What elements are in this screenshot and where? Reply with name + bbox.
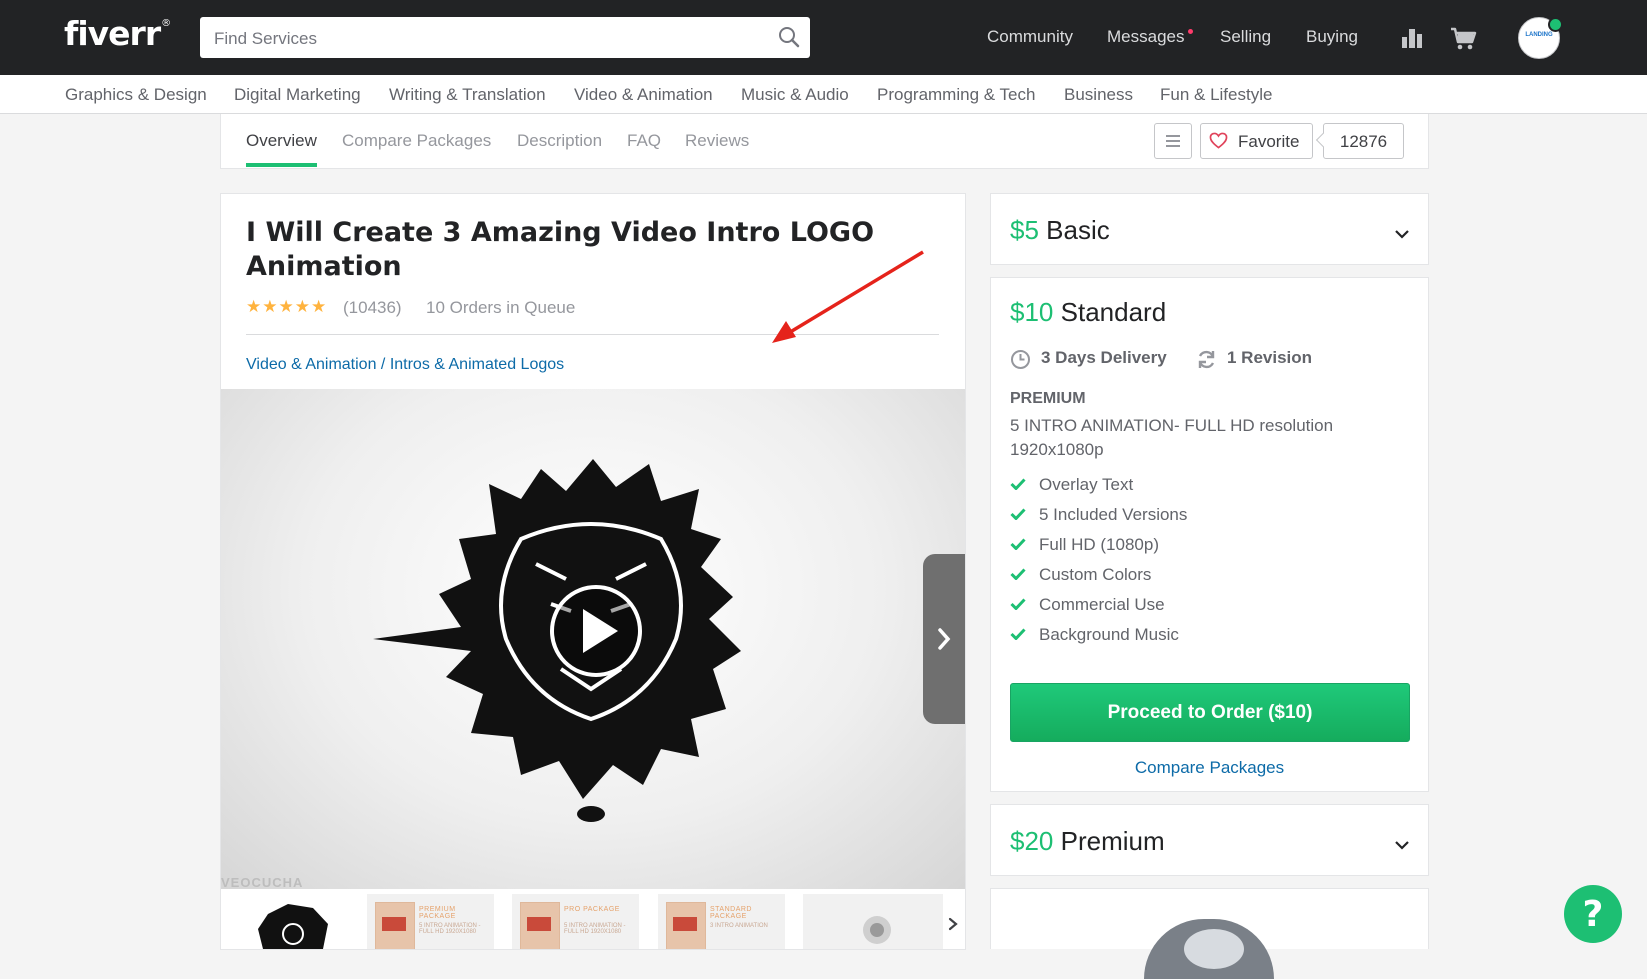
seller-card [990, 888, 1429, 979]
more-menu-button[interactable] [1154, 123, 1192, 159]
breadcrumb: Video & Animation / Intros & Animated Lo… [246, 356, 565, 373]
seller-avatar[interactable] [1144, 919, 1274, 979]
video-watermark: VEOCUCHA [221, 875, 304, 889]
fiverr-logo[interactable]: fiverr® [64, 14, 171, 53]
annotation-arrow [772, 250, 924, 343]
nav-community[interactable]: Community [987, 27, 1073, 47]
active-tab-indicator [246, 163, 317, 167]
package-description: 5 INTRO ANIMATION- FULL HD resolution 19… [1010, 416, 1334, 459]
check-icon [1010, 628, 1026, 640]
gallery-next-button[interactable] [923, 554, 965, 724]
package-basic[interactable]: $5 Basic [990, 193, 1429, 265]
tab-description[interactable]: Description [517, 131, 602, 151]
check-icon [1010, 598, 1026, 610]
tab-overview[interactable]: Overview [246, 131, 317, 151]
star-icon: ★ [294, 297, 310, 316]
compare-packages-link[interactable]: Compare Packages [991, 758, 1428, 778]
thumbnail[interactable]: PREMIUM PACKAGE 5 INTRO ANIMATION -FULL … [367, 894, 494, 949]
package-price: $5 [1010, 215, 1039, 245]
check-icon [1010, 478, 1026, 490]
tab-reviews[interactable]: Reviews [685, 131, 749, 151]
nav-buying[interactable]: Buying [1306, 27, 1358, 47]
category-music-audio[interactable]: Music & Audio [741, 85, 849, 105]
stats-icon[interactable] [1401, 27, 1423, 49]
chevron-down-icon [1395, 841, 1409, 850]
tab-compare-packages[interactable]: Compare Packages [342, 131, 491, 151]
chevron-right-icon[interactable] [945, 916, 961, 932]
chevron-right-icon [938, 628, 951, 650]
heart-icon [1209, 132, 1228, 149]
package-price: $10 [1010, 297, 1054, 327]
package-premium[interactable]: $20 Premium [990, 804, 1429, 876]
feature-item: Overlay Text [1010, 475, 1133, 495]
feature-item: Full HD (1080p) [1010, 535, 1159, 555]
category-graphics-design[interactable]: Graphics & Design [65, 85, 207, 105]
favorite-label: Favorite [1238, 132, 1300, 151]
category-video-animation[interactable]: Video & Animation [574, 85, 713, 105]
star-rating: ★★★★★ [246, 297, 327, 317]
category-digital-marketing[interactable]: Digital Marketing [234, 85, 361, 105]
category-menu: Graphics & Design Digital Marketing Writ… [0, 75, 1647, 114]
feature-item: Commercial Use [1010, 595, 1165, 615]
package-price: $20 [1010, 826, 1054, 856]
package-standard: $10 Standard 3 Days Delivery 1 Revision … [990, 277, 1429, 792]
online-status-dot [1548, 17, 1563, 32]
breadcrumb-subcategory[interactable]: Intros & Animated Logos [390, 356, 564, 373]
clock-icon [1011, 350, 1030, 369]
star-icon: ★ [311, 297, 327, 316]
chevron-down-icon [1395, 230, 1409, 239]
search-input[interactable] [212, 17, 756, 60]
star-icon: ★ [246, 297, 262, 316]
tab-faq[interactable]: FAQ [627, 131, 661, 151]
thumbnail[interactable] [803, 894, 943, 949]
revision-count: 1 Revision [1227, 348, 1313, 367]
breadcrumb-category[interactable]: Video & Animation [246, 356, 376, 373]
feature-item: 5 Included Versions [1010, 505, 1187, 525]
help-button[interactable]: ? [1564, 885, 1622, 943]
category-programming-tech[interactable]: Programming & Tech [877, 85, 1035, 105]
nav-selling[interactable]: Selling [1220, 27, 1271, 47]
check-icon [1010, 508, 1026, 520]
thumbnail[interactable] [228, 894, 355, 949]
unread-dot [1188, 29, 1193, 34]
check-icon [1010, 538, 1026, 550]
revision-icon [1198, 350, 1215, 369]
proceed-to-order-button[interactable]: Proceed to Order ($10) [1010, 683, 1410, 742]
package-name: Standard [1060, 297, 1167, 327]
delivery-time: 3 Days Delivery [1041, 348, 1167, 367]
cart-icon[interactable] [1450, 27, 1477, 51]
star-icon: ★ [278, 297, 294, 316]
thumbnail[interactable]: STANDARD PACKAGE 3 INTRO ANIMATION [658, 894, 785, 949]
search-icon[interactable] [778, 26, 800, 48]
gig-section-tabs: Overview Compare Packages Description FA… [220, 114, 1429, 169]
package-tier-label: PREMIUM [1010, 390, 1086, 407]
star-icon: ★ [262, 297, 278, 316]
category-business[interactable]: Business [1064, 85, 1133, 105]
feature-item: Custom Colors [1010, 565, 1151, 585]
rating-count[interactable]: (10436) [343, 298, 402, 318]
package-name: Premium [1060, 826, 1165, 856]
orders-in-queue: 10 Orders in Queue [426, 298, 576, 317]
check-icon [1010, 568, 1026, 580]
gallery-thumbnails: PREMIUM PACKAGE 5 INTRO ANIMATION -FULL … [221, 894, 965, 949]
favorite-button[interactable]: Favorite [1200, 123, 1313, 159]
package-name: Basic [1046, 215, 1110, 245]
feature-item: Background Music [1010, 625, 1179, 645]
category-fun-lifestyle[interactable]: Fun & Lifestyle [1160, 85, 1272, 105]
category-writing-translation[interactable]: Writing & Translation [389, 85, 546, 105]
nav-messages[interactable]: Messages [1107, 27, 1184, 47]
search-bar [200, 17, 810, 60]
top-header: fiverr® Community Messages Selling Buyin… [0, 0, 1647, 75]
thumbnail[interactable]: PRO PACKAGE 5 INTRO ANIMATION -FULL HD 1… [512, 894, 639, 949]
tiger-splash-image [373, 459, 741, 822]
favorite-count: 12876 [1323, 123, 1404, 159]
gig-video-player[interactable]: VEOCUCHA [221, 389, 965, 889]
